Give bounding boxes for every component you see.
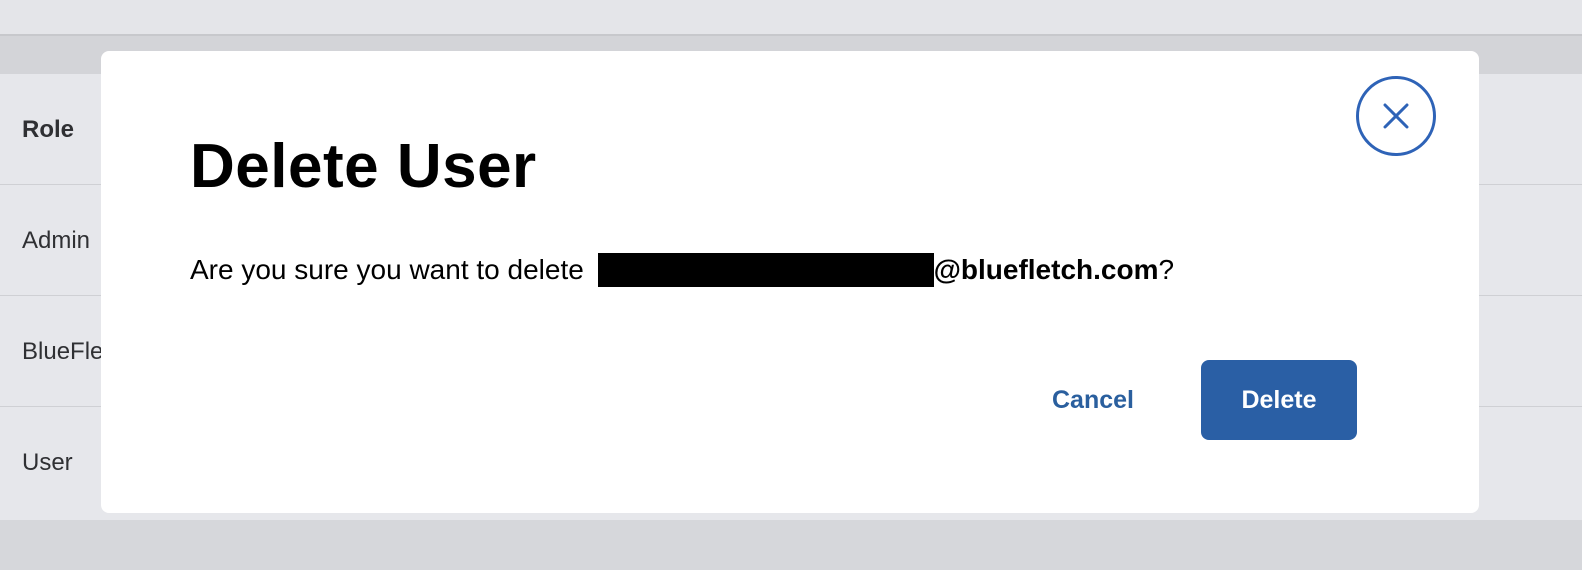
delete-user-dialog: Delete User Are you sure you want to del… [101,51,1479,513]
role-cell: Admin [22,227,91,254]
delete-button[interactable]: Delete [1201,360,1357,440]
top-bar [0,0,1582,36]
role-cell: BlueFle [22,338,104,365]
message-suffix: ? [1158,254,1175,285]
column-header-role: Role [22,116,75,143]
confirmation-message: Are you sure you want to delete @bluefle… [190,253,1174,287]
cancel-button[interactable]: Cancel [1031,360,1155,440]
close-button[interactable] [1356,76,1436,156]
page: Role Admin BlueFle User Delete User Are … [0,0,1582,570]
redacted-username [597,253,934,287]
dialog-title: Delete User [190,132,537,201]
email-domain: @bluefletch.com [933,254,1159,285]
background-footer [0,520,1582,570]
close-icon [1383,103,1409,129]
role-cell: User [22,449,73,476]
message-prefix: Are you sure you want to delete [190,254,592,285]
